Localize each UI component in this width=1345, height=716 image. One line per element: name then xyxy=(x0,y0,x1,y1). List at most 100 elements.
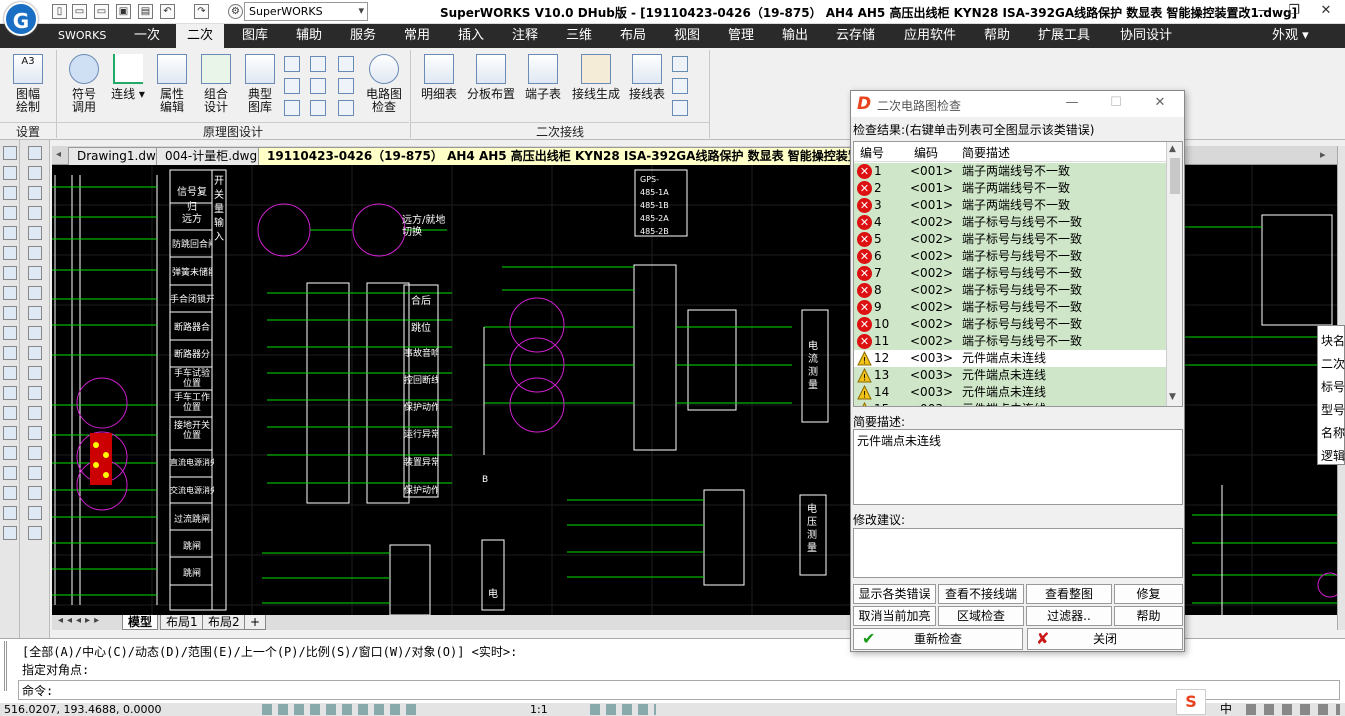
dialog-maximize-button[interactable]: ☐ xyxy=(1105,95,1127,113)
error-row[interactable]: ✕ 5 <002> 端子标号与线号不一致 xyxy=(854,231,1166,248)
scroll-up-icon[interactable]: ▲ xyxy=(1169,144,1176,154)
menu-apps[interactable]: 应用软件 xyxy=(898,24,962,48)
tab-add-layout[interactable]: + xyxy=(244,615,267,630)
ime-mode[interactable]: 中 xyxy=(1220,703,1232,716)
tab-metering[interactable]: 004-计量柜.dwg xyxy=(156,147,267,165)
open-folder-icon[interactable]: ▭ xyxy=(94,4,109,19)
tool-icon[interactable] xyxy=(2,526,17,540)
workspace-icon[interactable]: ⚙ xyxy=(228,4,243,19)
tool-icon[interactable] xyxy=(2,286,17,300)
app-logo[interactable]: G xyxy=(4,2,38,36)
menu-common[interactable]: 常用 xyxy=(398,24,436,48)
error-row[interactable]: ✕ 8 <002> 端子标号与线号不一致 xyxy=(854,282,1166,299)
error-list-scrollbar[interactable]: ▲ ▼ xyxy=(1166,142,1182,406)
tool-icon[interactable] xyxy=(27,466,42,480)
tab-layout2[interactable]: 布局2 xyxy=(202,615,246,630)
tool-icon[interactable] xyxy=(310,78,326,94)
appearance-menu[interactable]: 外观 ▾ xyxy=(1266,24,1315,48)
command-grip[interactable] xyxy=(4,641,14,691)
scroll-down-icon[interactable]: ▼ xyxy=(1169,392,1176,402)
print-icon[interactable]: ▤ xyxy=(138,4,153,19)
tab-model[interactable]: 模型 xyxy=(122,615,159,630)
menu-layout[interactable]: 布局 xyxy=(614,24,652,48)
symbol-call-button[interactable]: 符号 调用 xyxy=(64,54,104,114)
tool-icon[interactable] xyxy=(2,346,17,360)
tab-layout1[interactable]: 布局1 xyxy=(160,615,204,630)
column-header-desc[interactable]: 简要描述 xyxy=(962,144,1010,161)
status-tools[interactable] xyxy=(590,704,656,715)
open-folder-icon[interactable]: ▭ xyxy=(72,4,87,19)
tool-icon[interactable] xyxy=(27,426,42,440)
tool-icon[interactable] xyxy=(2,426,17,440)
error-row[interactable]: ✕ 2 <001> 端子两端线号不一致 xyxy=(854,180,1166,197)
error-row[interactable]: ! 14 <003> 元件端点未连线 xyxy=(854,384,1166,401)
tool-icon[interactable] xyxy=(2,226,17,240)
show-all-errors-button[interactable]: 显示各类错误 xyxy=(853,584,936,604)
redo-icon[interactable]: ↷ xyxy=(194,4,209,19)
tool-icon[interactable] xyxy=(338,78,354,94)
save-icon[interactable]: ▣ xyxy=(116,4,131,19)
tool-icon[interactable] xyxy=(27,206,42,220)
tool-icon[interactable] xyxy=(338,100,354,116)
wire-button[interactable]: 连线 ▾ xyxy=(108,54,148,101)
summary-textbox[interactable]: 元件端点未连线 xyxy=(853,429,1183,505)
circuit-check-button[interactable]: 电路图 检查 xyxy=(360,54,408,114)
tool-icon[interactable] xyxy=(27,506,42,520)
tool-icon[interactable] xyxy=(27,326,42,340)
menu-primary[interactable]: 一次 xyxy=(128,24,166,48)
view-unconnected-button[interactable]: 查看不接线端 xyxy=(938,584,1024,604)
popup-item[interactable]: 型号 xyxy=(1321,401,1345,418)
tab-active-drawing[interactable]: 19110423-0426（19-875） AH4 AH5 高压出线柜 KYN2… xyxy=(258,147,858,165)
tool-icon[interactable] xyxy=(27,486,42,500)
tool-icon[interactable] xyxy=(2,326,17,340)
popup-item[interactable]: 逻辑 xyxy=(1321,447,1345,464)
repair-button[interactable]: 修复 xyxy=(1114,584,1183,604)
tool-icon[interactable] xyxy=(310,100,326,116)
menu-manage[interactable]: 管理 xyxy=(722,24,760,48)
menu-insert[interactable]: 插入 xyxy=(452,24,490,48)
attribute-edit-button[interactable]: 属性 编辑 xyxy=(152,54,192,114)
tab-scroll-right-icon[interactable]: ▸ xyxy=(1320,148,1326,161)
tool-icon[interactable] xyxy=(27,366,42,380)
status-toggles[interactable] xyxy=(262,704,422,715)
menu-cloud[interactable]: 云存储 xyxy=(830,24,881,48)
tool-icon[interactable] xyxy=(27,186,42,200)
tool-icon[interactable] xyxy=(2,186,17,200)
tool-icon[interactable] xyxy=(27,266,42,280)
menu-3d[interactable]: 三维 xyxy=(560,24,598,48)
region-check-button[interactable]: 区域检查 xyxy=(938,606,1024,626)
tool-icon[interactable] xyxy=(27,446,42,460)
tool-icon[interactable] xyxy=(27,226,42,240)
filter-button[interactable]: 过滤器.. xyxy=(1026,606,1112,626)
dialog-titlebar[interactable]: D 二次电路图检查 — ☐ ✕ xyxy=(851,91,1184,117)
scroll-thumb[interactable] xyxy=(1170,158,1180,194)
tool-icon[interactable] xyxy=(2,506,17,520)
tool-icon[interactable] xyxy=(2,466,17,480)
tool-icon[interactable] xyxy=(284,100,300,116)
ime-tools[interactable] xyxy=(1246,704,1340,715)
menu-secondary[interactable]: 二次 xyxy=(176,24,224,48)
tool-icon[interactable] xyxy=(672,56,688,72)
error-row[interactable]: ✕ 7 <002> 端子标号与线号不一致 xyxy=(854,265,1166,282)
view-whole-drawing-button[interactable]: 查看整图 xyxy=(1026,584,1112,604)
popup-item[interactable]: 块名 xyxy=(1321,332,1345,349)
clear-highlight-button[interactable]: 取消当前加亮 xyxy=(853,606,936,626)
close-window-button[interactable]: ✕ xyxy=(1312,2,1340,22)
menu-library[interactable]: 图库 xyxy=(236,24,274,48)
command-input[interactable]: 命令: xyxy=(18,680,1340,700)
dialog-minimize-button[interactable]: — xyxy=(1061,95,1083,113)
menu-assist[interactable]: 辅助 xyxy=(290,24,328,48)
menu-extend[interactable]: 扩展工具 xyxy=(1032,24,1096,48)
tab-scroll-left-icon[interactable]: ◂ xyxy=(56,149,61,160)
tool-icon[interactable] xyxy=(2,166,17,180)
tool-icon[interactable] xyxy=(2,386,17,400)
popup-item[interactable]: 标号 xyxy=(1321,378,1345,395)
tool-icon[interactable] xyxy=(27,346,42,360)
tool-icon[interactable] xyxy=(2,446,17,460)
tool-icon[interactable] xyxy=(27,166,42,180)
error-row[interactable]: ✕ 9 <002> 端子标号与线号不一致 xyxy=(854,299,1166,316)
help-button[interactable]: 帮助 xyxy=(1114,606,1183,626)
recheck-button[interactable]: ✔ 重新检查 xyxy=(853,628,1023,650)
wiring-gen-button[interactable]: 接线生成 xyxy=(568,54,624,101)
typical-library-button[interactable]: 典型 图库 xyxy=(240,54,280,114)
